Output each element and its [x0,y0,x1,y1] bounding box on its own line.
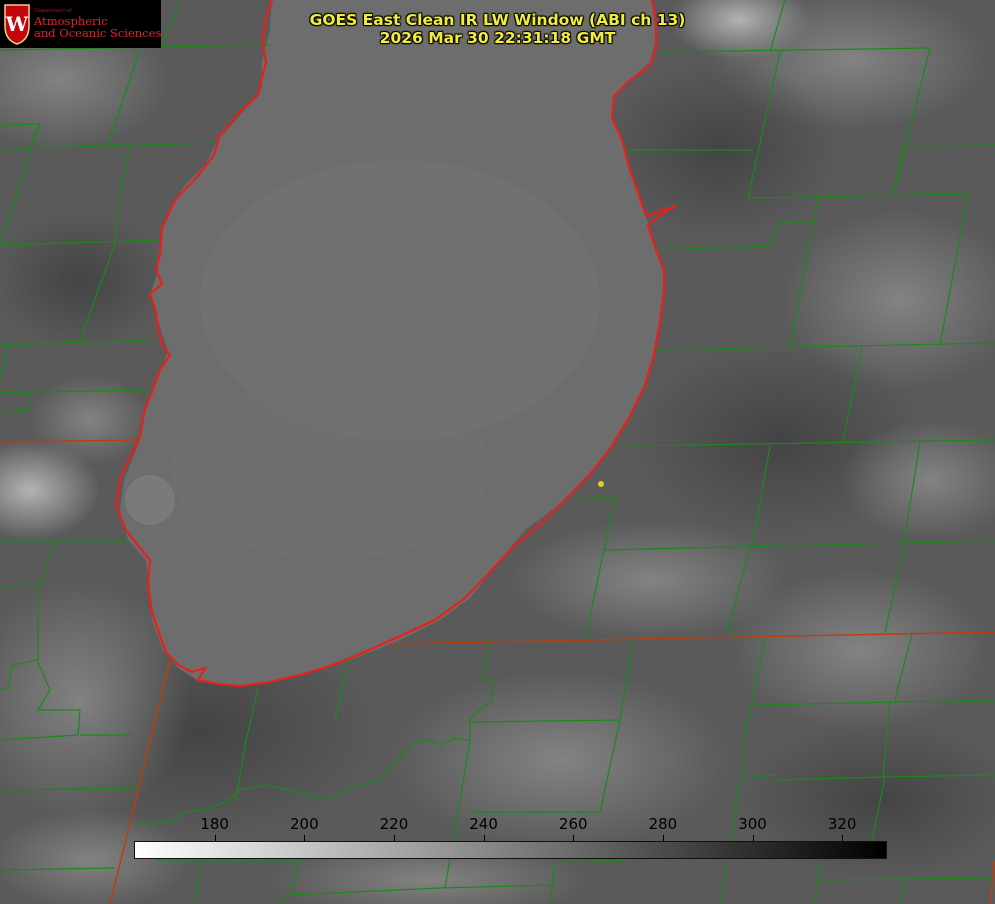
image-title: GOES East Clean IR LW Window (ABI ch 13)… [240,11,755,47]
timestamp-title: 2026 Mar 30 22:31:18 GMT [379,29,616,47]
department-logo: W Department of Atmospheric and Oceanic … [0,0,161,48]
logo-name-line2: and Oceanic Sciences [34,26,162,40]
satellite-map [0,0,995,904]
colorbar-tick-label: 200 [289,815,319,833]
colorbar-tick-label: 240 [469,815,498,833]
station-dot-icon [598,481,604,487]
colorbar-tick-labels: 180 200 220 240 260 280 300 320 [0,815,995,835]
product-title: GOES East Clean IR LW Window (ABI ch 13) [309,11,686,29]
colorbar-tick-label: 180 [200,815,229,833]
colorbar-tick-label: 260 [558,815,588,833]
colorbar-tick-label: 300 [738,815,767,833]
satellite-image-viewer: W Department of Atmospheric and Oceanic … [0,0,995,904]
colorbar-tick-label: 280 [648,815,678,833]
temperature-colorbar [134,841,887,859]
seal-letter: W [5,12,29,36]
university-seal-icon: W [4,4,30,45]
colorbar-tick-label: 220 [379,815,409,833]
colorbar-tick-label: 320 [827,815,857,833]
